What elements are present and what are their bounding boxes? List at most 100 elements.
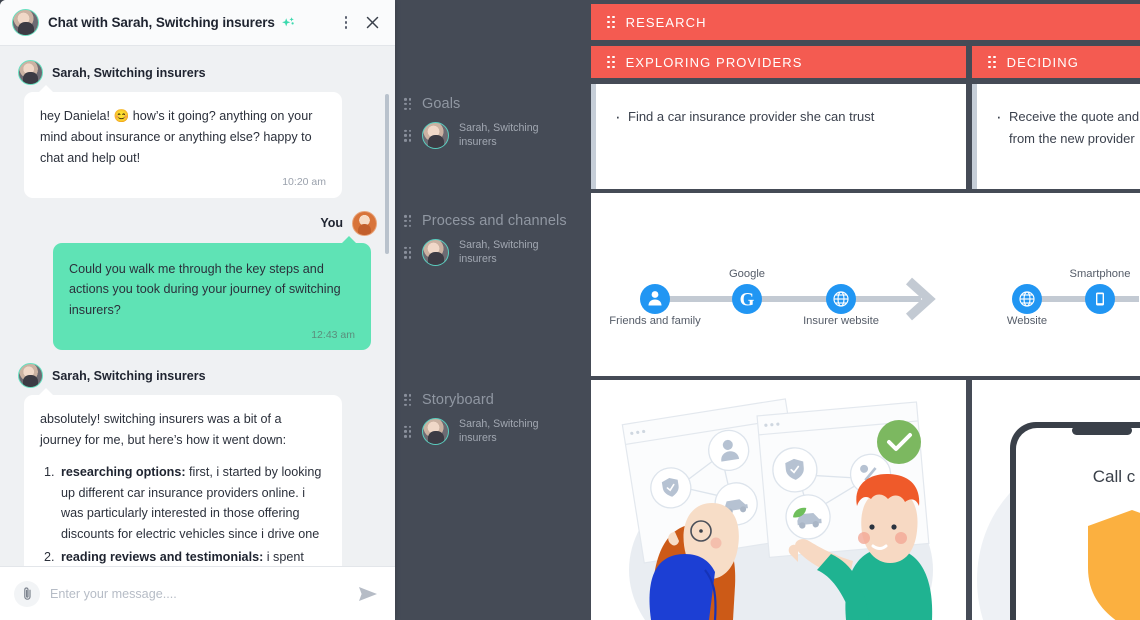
- process-step-label: Website: [1007, 315, 1047, 327]
- persona-name: Sarah, Switching insurers: [459, 122, 539, 148]
- chat-message-text: Could you walk me through the key steps …: [69, 261, 341, 318]
- page-title: Chat with Sarah, Switching insurers: [48, 15, 275, 30]
- process-channels-card[interactable]: Friends and family G Google Insurer webs…: [591, 193, 1140, 376]
- send-icon[interactable]: [355, 581, 381, 607]
- drag-handle-icon[interactable]: [988, 55, 996, 69]
- goal-list: Find a car insurance provider she can tr…: [614, 103, 948, 132]
- lane-title: Process and channels: [422, 213, 567, 229]
- drag-handle-icon[interactable]: [404, 425, 412, 438]
- storyboard-card-exploring[interactable]: [591, 380, 966, 620]
- list-item: Receive the quote and from the new provi…: [995, 103, 1140, 150]
- chat-bubble-user: Could you walk me through the key steps …: [53, 235, 371, 351]
- storyboard-caption: Call c: [1093, 467, 1136, 486]
- chat-panel: Chat with Sarah, Switching insurers Sara…: [0, 0, 395, 620]
- list-item-line2: from the new provider: [1009, 131, 1135, 147]
- drag-handle-icon[interactable]: [404, 246, 412, 259]
- list-item: Find a car insurance provider she can tr…: [614, 103, 948, 132]
- journey-map-app: Chat with Sarah, Switching insurers Sara…: [0, 0, 1140, 620]
- drag-handle-icon[interactable]: [404, 97, 412, 111]
- goal-list: Receive the quote and from the new provi…: [995, 103, 1140, 150]
- phase-band-level1: RESEARCH: [591, 0, 1140, 40]
- chat-message-list[interactable]: Sarah, Switching insurers hey Daniela! 😊…: [0, 46, 395, 566]
- lane-title: Storyboard: [422, 392, 494, 408]
- goal-card-deciding[interactable]: Receive the quote and from the new provi…: [972, 84, 1140, 189]
- process-step-label: Smartphone: [1070, 268, 1131, 280]
- lane-cards-goals: Find a car insurance provider she can tr…: [591, 84, 1140, 189]
- two-people-comparing-providers-illustration: [621, 398, 933, 620]
- chat-message-header: Sarah, Switching insurers: [18, 60, 377, 85]
- lane-header-storyboard[interactable]: Storyboard: [395, 392, 591, 408]
- avatar: [422, 239, 449, 266]
- drag-handle-icon[interactable]: [607, 55, 615, 69]
- lane-cards-storyboard: Call c: [591, 380, 1140, 620]
- chat-input-bar: [0, 566, 395, 620]
- process-step-label: Insurer website: [803, 315, 879, 327]
- chat-message-header: Sarah, Switching insurers: [18, 363, 377, 389]
- chat-message-sender: Sarah, Switching insurers: [52, 65, 206, 80]
- close-icon[interactable]: [359, 10, 385, 36]
- phase-bar-research[interactable]: RESEARCH: [591, 4, 1140, 40]
- phase-label: RESEARCH: [625, 14, 707, 30]
- list-item-label: reading reviews and testimonials:: [61, 549, 264, 564]
- chat-message-steps: researching options: first, i started by…: [40, 462, 326, 566]
- paperclip-icon[interactable]: [14, 580, 40, 607]
- avatar: [352, 210, 377, 236]
- avatar: [18, 363, 43, 389]
- avatar: [12, 9, 39, 36]
- phase-bar-exploring-providers[interactable]: EXPLORING PROVIDERS: [591, 46, 966, 78]
- storyboard-card-deciding[interactable]: Call c: [972, 380, 1140, 620]
- chat-timestamp: 10:20 am: [282, 176, 326, 189]
- chat-scrollbar[interactable]: [385, 94, 389, 254]
- lane-header-process[interactable]: Process and channels: [395, 213, 591, 229]
- lane-persona-storyboard[interactable]: Sarah, Switching insurers: [395, 418, 591, 445]
- avatar: [422, 122, 449, 149]
- svg-text:G: G: [740, 290, 755, 311]
- phone-call-shield-illustration: Call c: [977, 422, 1140, 620]
- lane-title: Goals: [422, 96, 461, 112]
- chat-message-header: You: [18, 210, 377, 236]
- chat-timestamp: 12:43 am: [311, 328, 355, 341]
- lane-label-storyboard: Storyboard Sarah, Switching insurers: [395, 380, 591, 620]
- chat-bubble-bot: absolutely! switching insurers was a bit…: [24, 388, 342, 566]
- sparkle-icon: [280, 15, 296, 31]
- chat-message-sender: You: [320, 216, 343, 231]
- lane-persona-process[interactable]: Sarah, Switching insurers: [395, 239, 591, 266]
- drag-handle-icon[interactable]: [404, 214, 412, 228]
- process-flow-diagram: Friends and family G Google Insurer webs…: [609, 268, 1139, 327]
- process-step-label: Friends and family: [609, 315, 701, 327]
- row-label-spacer: [395, 0, 591, 40]
- search-input[interactable]: [50, 586, 345, 601]
- avatar: [18, 60, 43, 85]
- list-item-label: researching options:: [61, 464, 186, 479]
- more-vertical-icon[interactable]: [333, 10, 359, 36]
- row-label-spacer: [395, 40, 591, 84]
- lane-header-goals[interactable]: Goals: [395, 96, 591, 112]
- list-item: reading reviews and testimonials: i spen…: [58, 547, 326, 566]
- process-step-label: Google: [729, 268, 765, 280]
- chat-message: You Could you walk me through the key st…: [18, 210, 377, 351]
- drag-handle-icon[interactable]: [404, 393, 412, 407]
- chat-bubble-bot: hey Daniela! 😊 how’s it going? anything …: [24, 85, 342, 198]
- drag-handle-icon[interactable]: [404, 129, 412, 142]
- phase-band-level2: EXPLORING PROVIDERS DECIDING: [591, 40, 1140, 84]
- chat-message: Sarah, Switching insurers absolutely! sw…: [18, 363, 377, 566]
- list-item: researching options: first, i started by…: [58, 462, 326, 545]
- persona-name: Sarah, Switching insurers: [459, 418, 539, 444]
- phase-label: EXPLORING PROVIDERS: [625, 54, 803, 70]
- chat-message-text: hey Daniela! 😊 how’s it going? anything …: [40, 109, 313, 165]
- lane-label-process: Process and channels Sarah, Switching in…: [395, 193, 591, 376]
- list-item-line1: Receive the quote and: [1009, 109, 1140, 124]
- chat-header: Chat with Sarah, Switching insurers: [0, 0, 395, 46]
- journey-map-canvas[interactable]: RESEARCH EXPLORING PROVIDERS DECIDING Go…: [395, 0, 1140, 620]
- lane-label-goals: Goals Sarah, Switching insurers: [395, 84, 591, 189]
- drag-handle-icon[interactable]: [607, 15, 615, 29]
- chat-message-intro: absolutely! switching insurers was a bit…: [40, 412, 287, 447]
- phase-label: DECIDING: [1006, 54, 1079, 70]
- chat-message: Sarah, Switching insurers hey Daniela! 😊…: [18, 60, 377, 198]
- persona-name: Sarah, Switching insurers: [459, 239, 539, 265]
- chat-message-sender: Sarah, Switching insurers: [52, 368, 206, 383]
- goal-card-exploring[interactable]: Find a car insurance provider she can tr…: [591, 84, 966, 189]
- avatar: [422, 418, 449, 445]
- lane-persona-goals[interactable]: Sarah, Switching insurers: [395, 122, 591, 149]
- phase-bar-deciding[interactable]: DECIDING: [972, 46, 1140, 78]
